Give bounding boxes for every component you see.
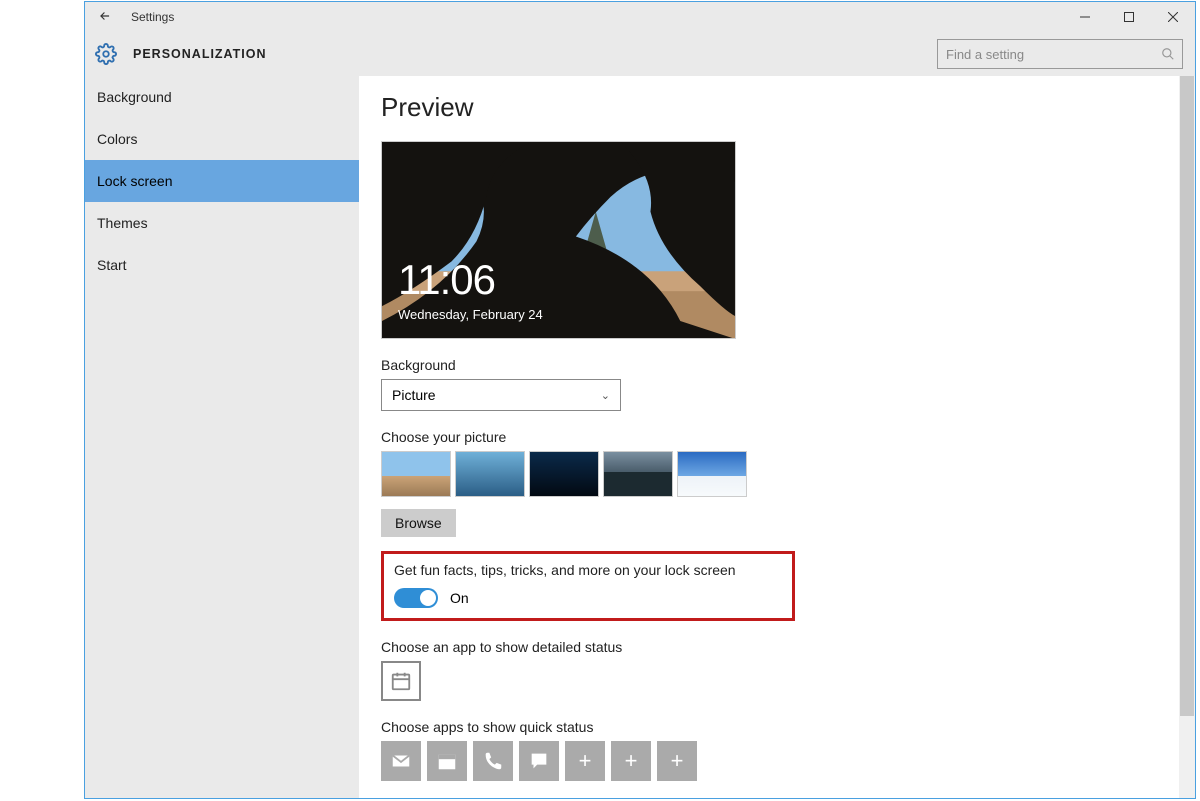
back-button[interactable] <box>85 9 125 26</box>
picture-thumb-3[interactable] <box>529 451 599 497</box>
header-bar: PERSONALIZATION <box>85 32 1195 76</box>
picture-thumbnails <box>381 451 1173 497</box>
sidebar-item-label: Colors <box>97 131 137 147</box>
preview-date: Wednesday, February 24 <box>398 307 543 322</box>
sidebar-item-themes[interactable]: Themes <box>85 202 359 244</box>
gear-icon <box>95 43 117 65</box>
quick-status-app-mail[interactable] <box>381 741 421 781</box>
sidebar-item-background[interactable]: Background <box>85 76 359 118</box>
phone-icon <box>482 750 504 772</box>
quick-status-add-3[interactable]: + <box>657 741 697 781</box>
fun-facts-label: Get fun facts, tips, tricks, and more on… <box>394 562 782 578</box>
detailed-status-row <box>381 661 1173 701</box>
quick-status-add-2[interactable]: + <box>611 741 651 781</box>
sidebar-item-lock-screen[interactable]: Lock screen <box>85 160 359 202</box>
titlebar: Settings <box>85 2 1195 32</box>
sidebar-item-label: Lock screen <box>97 173 172 189</box>
page-title: Preview <box>381 92 1173 123</box>
fun-facts-toggle-row: On <box>394 588 782 608</box>
scrollbar[interactable] <box>1179 76 1195 798</box>
section-title: PERSONALIZATION <box>133 47 267 61</box>
quick-status-label: Choose apps to show quick status <box>381 719 1173 735</box>
sidebar-item-label: Background <box>97 89 172 105</box>
plus-icon: + <box>671 748 684 774</box>
plus-icon: + <box>579 748 592 774</box>
background-label: Background <box>381 357 1173 373</box>
mail-icon <box>390 750 412 772</box>
quick-status-app-phone[interactable] <box>473 741 513 781</box>
calendar-icon <box>390 670 412 692</box>
fun-facts-highlight: Get fun facts, tips, tricks, and more on… <box>381 551 795 621</box>
window-title: Settings <box>131 10 174 24</box>
sidebar-item-label: Start <box>97 257 127 273</box>
dropdown-value: Picture <box>392 387 436 403</box>
picture-thumb-4[interactable] <box>603 451 673 497</box>
fun-facts-state: On <box>450 590 469 606</box>
picture-thumb-5[interactable] <box>677 451 747 497</box>
close-button[interactable] <box>1151 2 1195 32</box>
search-wrap <box>937 39 1183 69</box>
search-input[interactable] <box>937 39 1183 69</box>
background-dropdown[interactable]: Picture ⌄ <box>381 379 621 411</box>
picture-thumb-2[interactable] <box>455 451 525 497</box>
lock-screen-preview: 11:06 Wednesday, February 24 <box>381 141 736 339</box>
choose-picture-label: Choose your picture <box>381 429 1173 445</box>
plus-icon: + <box>625 748 638 774</box>
quick-status-app-messaging[interactable] <box>519 741 559 781</box>
sidebar-item-colors[interactable]: Colors <box>85 118 359 160</box>
preview-time: 11:06 <box>398 256 495 304</box>
detailed-status-label: Choose an app to show detailed status <box>381 639 1173 655</box>
quick-status-app-calendar[interactable] <box>427 741 467 781</box>
fun-facts-toggle[interactable] <box>394 588 438 608</box>
window-controls <box>1063 2 1195 32</box>
minimize-button[interactable] <box>1063 2 1107 32</box>
chat-icon <box>528 750 550 772</box>
body: Background Colors Lock screen Themes Sta… <box>85 76 1195 798</box>
picture-thumb-1[interactable] <box>381 451 451 497</box>
browse-button[interactable]: Browse <box>381 509 456 537</box>
sidebar: Background Colors Lock screen Themes Sta… <box>85 76 359 798</box>
sidebar-item-label: Themes <box>97 215 148 231</box>
search-icon <box>1161 47 1175 61</box>
quick-status-add-1[interactable]: + <box>565 741 605 781</box>
calendar-icon <box>436 750 458 772</box>
quick-status-row: + + + <box>381 741 1173 781</box>
content: Preview 11:06 Wednesday, February 24 Bac… <box>359 76 1195 798</box>
scrollbar-thumb[interactable] <box>1180 76 1194 716</box>
chevron-down-icon: ⌄ <box>601 389 610 402</box>
maximize-button[interactable] <box>1107 2 1151 32</box>
sidebar-item-start[interactable]: Start <box>85 244 359 286</box>
detailed-status-app-calendar[interactable] <box>381 661 421 701</box>
settings-window: Settings PERSONALIZATION Background Colo… <box>84 1 1196 799</box>
